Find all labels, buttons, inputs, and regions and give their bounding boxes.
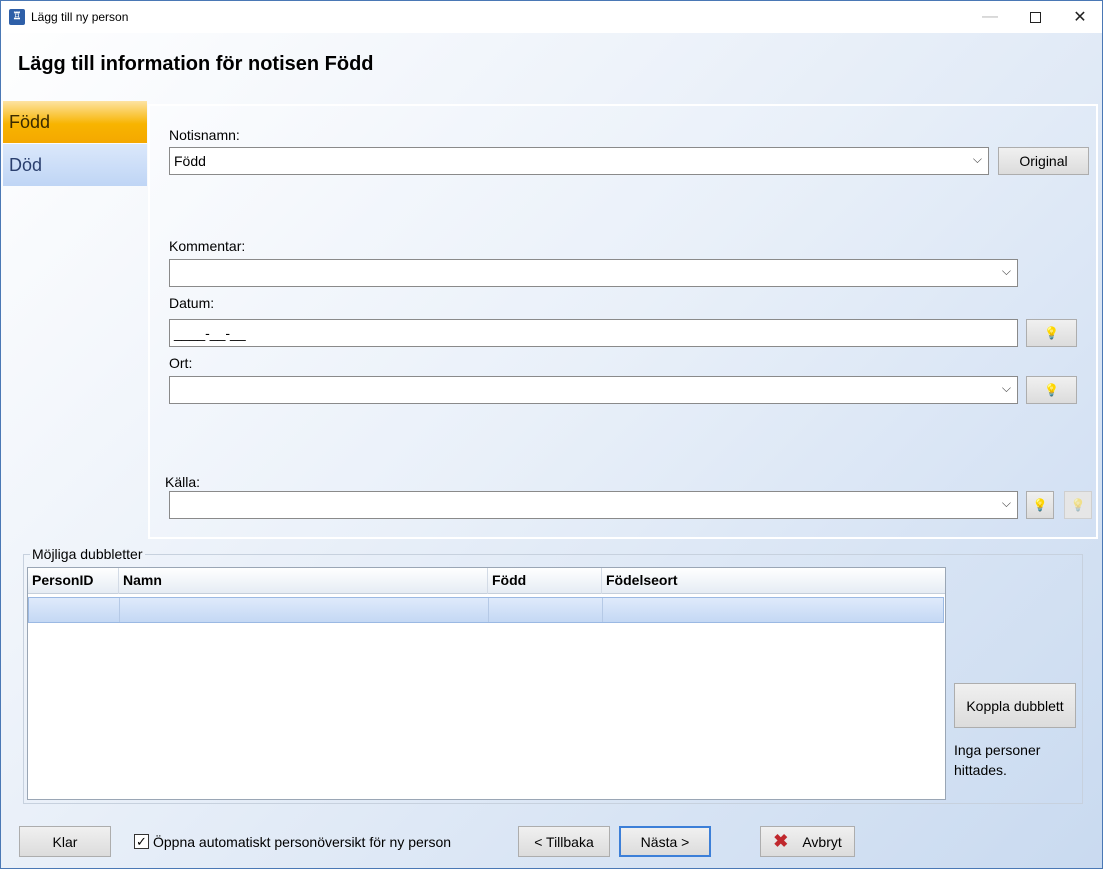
chevron-down-icon: ⌵ [1001, 264, 1011, 278]
cancel-button[interactable]: ✖ Avbryt [760, 826, 855, 857]
close-button[interactable]: ✕ [1057, 1, 1103, 33]
datum-input[interactable]: ____-__-__ [169, 319, 1018, 347]
kalla-multi-lookup-button[interactable]: 💡 [1064, 491, 1092, 519]
kalla-select[interactable]: ⌵ [169, 491, 1018, 519]
duplicates-legend: Möjliga dubbletter [32, 546, 143, 562]
ort-label: Ort: [169, 355, 193, 371]
datum-lookup-button[interactable]: 💡 [1026, 319, 1077, 347]
chevron-down-icon: ⌵ [1001, 496, 1011, 510]
column-header-fodd[interactable]: Född [488, 568, 602, 594]
lightbulb-icon: 💡 [1044, 326, 1059, 340]
table-row[interactable] [28, 597, 944, 623]
minimize-button[interactable]: — [967, 1, 1013, 33]
next-button[interactable]: Nästa > [619, 826, 711, 857]
duplicates-status: Inga personer hittades. [954, 742, 1041, 778]
kommentar-select[interactable]: ⌵ [169, 259, 1018, 287]
auto-open-label: Öppna automatiskt personöversikt för ny … [153, 834, 452, 850]
auto-open-checkbox[interactable]: ✓ [134, 834, 149, 849]
ort-lookup-button[interactable]: 💡 [1026, 376, 1077, 404]
table-cell [29, 598, 120, 622]
title-bar: ♖ Lägg till ny person — ✕ [1, 1, 1102, 33]
ort-select[interactable]: ⌵ [169, 376, 1018, 404]
sidebar-item-fodd[interactable]: Född [3, 101, 147, 143]
column-header-personid[interactable]: PersonID [28, 568, 119, 594]
notisnamn-value: Född [174, 153, 206, 169]
duplicates-table[interactable]: PersonID Namn Född Födelseort [27, 567, 946, 800]
column-header-fodelseort[interactable]: Födelseort [602, 568, 945, 594]
table-cell [489, 598, 603, 622]
back-button[interactable]: < Tillbaka [518, 826, 610, 857]
close-icon: ✖ [773, 831, 789, 851]
kommentar-label: Kommentar: [169, 238, 246, 254]
original-button[interactable]: Original [998, 147, 1089, 175]
lightbulbs-icon: 💡 [1070, 498, 1086, 512]
maximize-button[interactable] [1012, 1, 1058, 33]
maximize-icon [1029, 11, 1041, 23]
datum-value: ____-__-__ [174, 325, 246, 341]
window-title: Lägg till ny person [31, 10, 129, 24]
sidebar-item-dod[interactable]: Död [3, 144, 147, 186]
chevron-down-icon: ⌵ [1001, 381, 1011, 395]
cancel-label: Avbryt [802, 833, 842, 850]
app-icon: ♖ [9, 9, 25, 25]
table-header: PersonID Namn Född Födelseort [28, 568, 945, 594]
lightbulb-icon: 💡 [1044, 383, 1059, 397]
done-button[interactable]: Klar [19, 826, 111, 857]
link-duplicate-button[interactable]: Koppla dubblett [954, 683, 1076, 728]
lightbulb-icon: 💡 [1032, 498, 1048, 512]
page-title: Lägg till information för notisen Född [18, 53, 374, 75]
notisnamn-select[interactable]: Född ⌵ [169, 147, 989, 175]
table-cell [120, 598, 489, 622]
kalla-lookup-button[interactable]: 💡 [1026, 491, 1054, 519]
chevron-down-icon: ⌵ [972, 152, 982, 166]
kalla-label: Källa: [165, 474, 201, 490]
column-header-namn[interactable]: Namn [119, 568, 488, 594]
dialog-window: ♖ Lägg till ny person — ✕ Lägg till info… [0, 0, 1103, 869]
notisnamn-label: Notisnamn: [169, 127, 240, 143]
datum-label: Datum: [169, 295, 215, 311]
